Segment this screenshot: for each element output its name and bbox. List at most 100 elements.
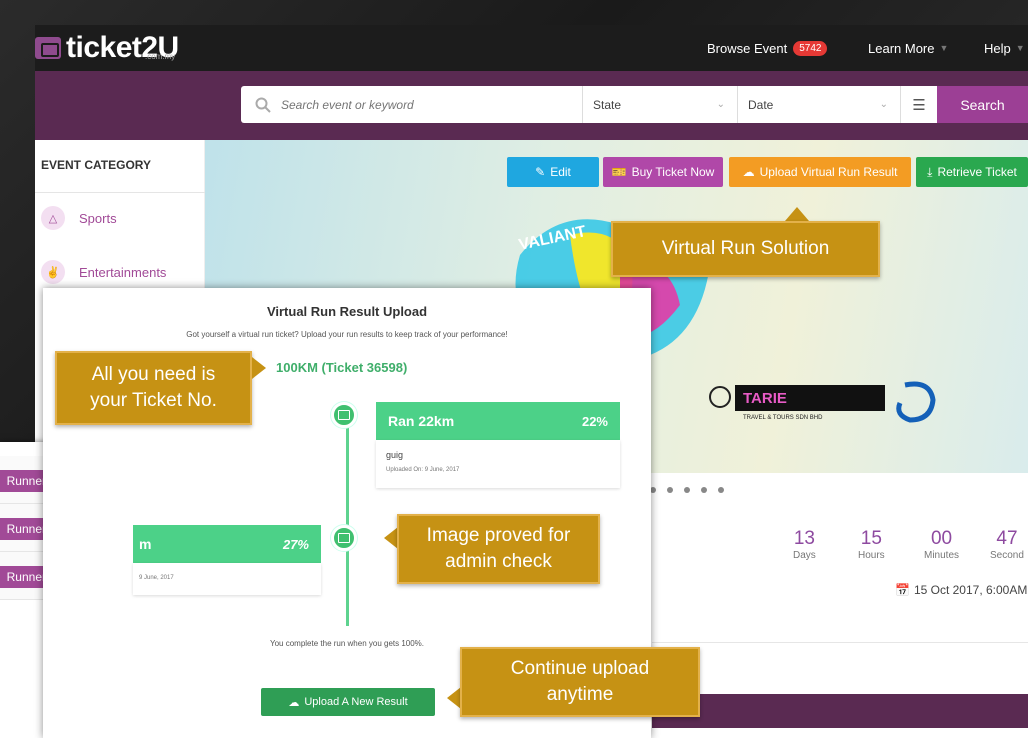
date-select[interactable]: Date ⌄	[737, 86, 900, 123]
countdown-value: 47	[996, 528, 1018, 549]
callout-text: All you need is	[91, 364, 216, 385]
result-card-body: 9 June, 2017	[133, 563, 321, 595]
upload-virtual-run-label: Upload Virtual Run Result	[759, 165, 898, 179]
result-title: Ran 22km	[388, 413, 455, 429]
edit-button[interactable]: ✎ Edit	[507, 157, 599, 187]
result-percent: 22%	[581, 413, 608, 429]
upload-virtual-run-button[interactable]: ☁ Upload Virtual Run Result	[729, 157, 911, 187]
sidebar-item-entertainments[interactable]: ✌ Entertainments	[41, 260, 166, 284]
modal-title: Virtual Run Result Upload	[266, 304, 428, 319]
callout-text: anytime	[546, 684, 614, 705]
pencil-icon: ✎	[535, 165, 546, 179]
countdown-label: Second	[990, 550, 1024, 561]
modal-subtitle: Got yourself a virtual run ticket? Uploa…	[186, 330, 508, 339]
footer-band	[652, 694, 1028, 728]
ticket-logo-icon	[35, 37, 61, 59]
callout-virtual-run-solution: Virtual Run Solution	[611, 221, 880, 277]
site-logo[interactable]: ticket2U	[35, 27, 179, 69]
carousel-dot[interactable]	[701, 487, 707, 493]
sidebar-item-label: Entertainments	[79, 264, 167, 280]
countdown-value: 13	[793, 528, 815, 549]
sidebar-item-label: Sports	[79, 210, 117, 226]
countdown-label: Days	[793, 550, 816, 561]
image-icon[interactable]	[331, 402, 357, 428]
search-icon	[255, 97, 271, 113]
sponsor-name: TARIE	[743, 390, 787, 407]
countdown-label: Hours	[858, 550, 885, 561]
result-percent: 27%	[282, 536, 309, 552]
carousel-dots[interactable]	[650, 487, 724, 493]
carousel-dot[interactable]	[684, 487, 690, 493]
divider	[652, 642, 1028, 643]
retrieve-ticket-button[interactable]: ⤓ Retrieve Ticket	[916, 157, 1028, 187]
result-note: guig	[386, 450, 404, 460]
sponsor-subtitle: TRAVEL & TOURS SDN BHD	[743, 415, 823, 421]
countdown-hours: 15 Hours	[858, 528, 885, 561]
callout-continue-upload: Continue upload anytime	[460, 647, 700, 717]
result-card-header: m 27%	[133, 525, 321, 563]
countdown-days: 13 Days	[793, 528, 816, 561]
event-date-text: 15 Oct 2017, 6:00AM	[913, 583, 1028, 597]
cloud-upload-icon: ☁	[288, 696, 300, 709]
calendar-icon: 📅	[895, 583, 910, 597]
browse-event-label: Browse Event	[707, 40, 788, 56]
filter-button[interactable]: ☰	[900, 86, 937, 123]
download-icon: ⤓	[927, 164, 933, 179]
callout-text: admin check	[445, 551, 552, 572]
logo-domain: .com.my	[145, 52, 176, 61]
result-title: m	[139, 536, 152, 552]
help-label: Help	[984, 40, 1011, 56]
edit-label: Edit	[550, 165, 571, 179]
carousel-dot[interactable]	[718, 487, 724, 493]
search-box	[241, 86, 582, 123]
ticket-icon: 🎫	[611, 165, 627, 179]
countdown-value: 00	[930, 528, 953, 549]
help-menu[interactable]: Help ▼	[984, 25, 1025, 71]
countdown-label: Minutes	[924, 550, 960, 561]
callout-image-proof: Image proved for admin check	[397, 514, 600, 584]
carousel-dot[interactable]	[667, 487, 673, 493]
buy-ticket-label: Buy Ticket Now	[631, 165, 715, 179]
callout-pointer	[384, 527, 398, 549]
result-uploaded-date: Uploaded On: 9 June, 2017	[386, 467, 460, 473]
callout-text: Continue upload	[510, 658, 650, 679]
sponsor-logos: TARIE TRAVEL & TOURS SDN BHD	[709, 381, 936, 423]
retrieve-ticket-label: Retrieve Ticket	[937, 165, 1017, 179]
search-bar: State ⌄ Date ⌄ ☰ Search	[35, 71, 1028, 140]
buy-ticket-button[interactable]: 🎫 Buy Ticket Now	[603, 157, 723, 187]
event-date: 📅 15 Oct 2017, 6:00AM	[895, 583, 1027, 597]
image-icon[interactable]	[331, 525, 357, 551]
countdown-seconds: 47 Second	[990, 528, 1024, 561]
state-select[interactable]: State ⌄	[582, 86, 737, 123]
chevron-down-icon: ⌄	[716, 99, 725, 110]
ticket-number: 100KM (Ticket 36598)	[276, 360, 408, 375]
chevron-down-icon: ▼	[1015, 43, 1025, 53]
callout-text: your Ticket No.	[90, 390, 217, 411]
learn-more-menu[interactable]: Learn More ▼	[868, 25, 948, 71]
result-uploaded-date: 9 June, 2017	[139, 575, 174, 581]
sidebar-item-sports[interactable]: △ Sports	[41, 206, 117, 230]
result-card-body: guig Uploaded On: 9 June, 2017	[376, 440, 620, 488]
chevron-down-icon: ▼	[939, 43, 949, 53]
learn-more-label: Learn More	[868, 40, 935, 56]
rock-hand-icon: ✌	[41, 260, 65, 284]
callout-ticket-no: All you need is your Ticket No.	[55, 351, 252, 425]
top-navbar: ticket2U .com.my Browse Event 5742 Learn…	[35, 25, 1028, 71]
chevron-down-icon: ⌄	[879, 99, 888, 110]
upload-new-result-button[interactable]: ☁ Upload A New Result	[261, 688, 435, 716]
cloud-upload-icon: ☁	[742, 165, 755, 179]
callout-text: Virtual Run Solution	[661, 238, 830, 259]
search-button[interactable]: Search	[937, 86, 1028, 123]
countdown-value: 15	[860, 528, 882, 549]
category-heading: EVENT CATEGORY	[41, 158, 152, 172]
callout-text: Image proved for	[426, 525, 571, 546]
state-select-label: State	[593, 97, 622, 112]
browse-event-link[interactable]: Browse Event 5742	[707, 25, 828, 71]
progress-timeline	[346, 418, 349, 626]
shoe-icon: △	[41, 206, 65, 230]
callout-pointer	[252, 357, 266, 379]
callout-pointer	[447, 687, 461, 709]
search-input[interactable]	[281, 97, 581, 112]
result-card-header: Ran 22km 22%	[376, 402, 620, 440]
countdown-minutes: 00 Minutes	[924, 528, 959, 561]
